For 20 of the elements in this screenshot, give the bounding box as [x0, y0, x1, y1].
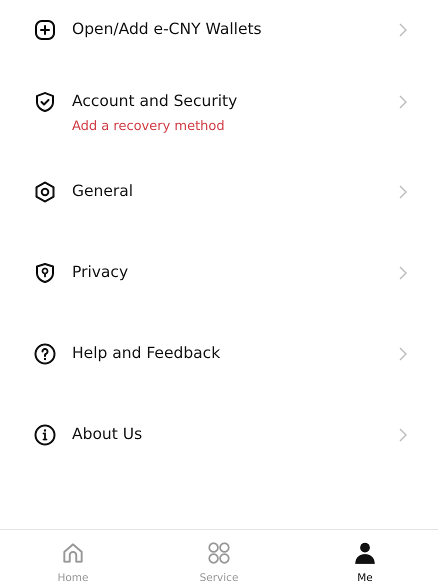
- plus-icon: [33, 18, 57, 42]
- settings-icon: [33, 180, 57, 204]
- shield-check-icon: [33, 90, 57, 114]
- shield-keyhole-icon: [33, 261, 57, 285]
- menu-label: Help and Feedback: [72, 343, 222, 364]
- menu-label: General: [72, 181, 134, 202]
- chevron-right-icon: [398, 265, 408, 281]
- help-icon: [33, 342, 57, 366]
- menu-label: Account and Security: [72, 91, 238, 112]
- grid-icon: [206, 540, 232, 566]
- menu-label: Open/Add e-CNY Wallets: [72, 19, 263, 40]
- chevron-right-icon: [398, 22, 408, 38]
- chevron-right-icon: [398, 346, 408, 362]
- chevron-right-icon: [398, 94, 408, 110]
- menu-label: About Us: [72, 424, 144, 446]
- chevron-right-icon: [398, 427, 408, 443]
- menu-label: Privacy: [72, 262, 130, 284]
- info-icon: [33, 423, 57, 447]
- warning-note: Add a recovery method: [72, 118, 226, 136]
- chevron-right-icon: [398, 184, 408, 200]
